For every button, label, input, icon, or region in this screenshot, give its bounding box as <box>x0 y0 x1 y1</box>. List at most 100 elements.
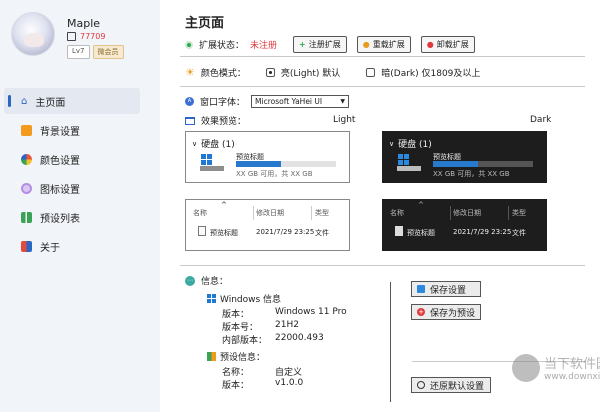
info-key: 内部版本： <box>222 336 268 346</box>
restore-defaults-button[interactable]: 还原默认设置 <box>411 377 491 393</box>
restore-defaults-label: 还原默认设置 <box>430 381 485 392</box>
save-as-preset-button[interactable]: + 保存为预设 <box>411 304 481 320</box>
dark-file-list: 名称 ^ 修改日期 类型 预览标题 2021/7/29 23:25 文件 <box>382 199 547 251</box>
col-separator <box>253 206 254 220</box>
add-preset-icon: + <box>417 308 425 316</box>
save-as-preset-label: 保存为预设 <box>430 308 476 319</box>
drive-header: ∨ 硬盘 (1) <box>192 137 235 151</box>
sidebar-item-icons[interactable]: 图标设置 <box>4 175 140 201</box>
uninstall-extension-button[interactable]: ● 卸载扩展 <box>420 36 475 53</box>
main-panel: 主页面 扩展状态： 未注册 + 注册扩展 ● 重载扩展 ● 卸载扩展 ☀ 颜色模… <box>160 0 600 412</box>
file-type: 文件 <box>315 229 329 237</box>
col-name: 名称 <box>193 209 207 217</box>
ext-status-value: 未注册 <box>250 41 278 51</box>
sort-chevron-icon: ^ <box>221 201 227 209</box>
watermark-text: 当下软件园 www.downxia.com <box>544 353 600 382</box>
info-icon <box>21 240 32 252</box>
file-date: 2021/7/29 23:25 <box>453 228 512 236</box>
windows-info-label: Windows 信息 <box>220 295 282 305</box>
sidebar-item-about[interactable]: 关于 <box>4 233 140 259</box>
watermark-title: 当下软件园 <box>544 357 600 372</box>
sidebar-item-color[interactable]: 颜色设置 <box>4 146 140 172</box>
reload-extension-button[interactable]: ● 重载扩展 <box>356 36 411 53</box>
file-icon <box>395 226 403 236</box>
uid-value: 77709 <box>80 32 106 41</box>
ext-status-label: 扩展状态： <box>199 41 245 51</box>
vertical-divider <box>390 282 391 402</box>
drive-header-label: 硬盘 (1) <box>398 140 432 150</box>
info-heading-row: ⋯ 信息： <box>185 274 228 287</box>
file-name: 预览标题 <box>407 229 435 237</box>
file-type: 文件 <box>512 229 526 237</box>
status-dot-icon <box>185 40 193 49</box>
light-mode-radio[interactable] <box>265 68 275 77</box>
sidebar: Maple 77709 Lv7 微会员 ⌂ 主页面 背景设置 颜色设置 图标设置… <box>0 0 160 412</box>
save-settings-button[interactable]: 保存设置 <box>411 281 481 297</box>
font-select[interactable]: Microsoft YaHei UI ▼ <box>251 95 350 108</box>
uninstall-label: 卸载扩展 <box>436 40 469 49</box>
home-icon: ⌂ <box>21 95 28 107</box>
palette-icon <box>21 153 32 165</box>
file-date: 2021/7/29 23:25 <box>256 228 315 236</box>
windows-icon <box>207 294 216 303</box>
info-value: 21H2 <box>275 320 299 330</box>
sidebar-item-presets[interactable]: 预设列表 <box>4 204 140 230</box>
username: Maple <box>67 17 101 30</box>
save-icon <box>417 285 425 293</box>
font-icon: A <box>185 97 194 106</box>
preview-label: 效果预览： <box>201 117 247 127</box>
drive-header: ∨ 硬盘 (1) <box>389 137 432 151</box>
watermark-logo-icon <box>512 353 540 382</box>
info-value: v1.0.0 <box>275 378 304 388</box>
sun-icon: ☀ <box>185 66 195 79</box>
page-title: 主页面 <box>185 16 225 31</box>
watermark-url: www.downxia.com <box>544 372 600 382</box>
sidebar-item-label: 图标设置 <box>40 184 80 196</box>
preset-icon <box>207 352 216 361</box>
font-row: A 窗口字体： Microsoft YaHei UI ▼ <box>185 95 350 108</box>
reload-icon: ● <box>362 40 370 49</box>
col-type: 类型 <box>512 209 526 217</box>
drive-usage-fill <box>433 161 478 167</box>
dark-mode-radio[interactable] <box>366 68 376 77</box>
preset-info-label: 预设信息： <box>220 353 266 363</box>
dark-title: Dark <box>530 115 552 125</box>
register-label: 注册扩展 <box>308 40 341 49</box>
info-key: 版本： <box>222 310 250 320</box>
info-key: 版本号： <box>222 323 259 333</box>
col-separator <box>450 206 451 220</box>
file-icon <box>198 226 206 236</box>
flower-icon <box>21 182 32 194</box>
sidebar-item-home[interactable]: ⌂ 主页面 <box>4 88 140 114</box>
preset-info-title: 预设信息： <box>207 350 265 363</box>
dark-mode-label: 暗(Dark) 仅1809及以上 <box>381 69 481 79</box>
sort-chevron-icon: ^ <box>418 201 424 209</box>
extension-status-row: 扩展状态： 未注册 + 注册扩展 ● 重载扩展 ● 卸载扩展 <box>185 36 475 53</box>
col-name: 名称 <box>390 209 404 217</box>
light-title: Light <box>333 115 356 125</box>
sidebar-item-label: 背景设置 <box>40 126 80 138</box>
chevron-down-icon: ▼ <box>340 98 346 105</box>
avatar[interactable] <box>11 12 55 56</box>
preview-icon <box>185 116 195 125</box>
sidebar-item-label: 主页面 <box>35 97 66 109</box>
light-file-list: 名称 ^ 修改日期 类型 预览标题 2021/7/29 23:25 文件 <box>185 199 350 251</box>
vip-badge: 微会员 <box>92 45 124 59</box>
plus-icon: + <box>299 40 306 49</box>
id-card-icon <box>67 32 76 41</box>
uid-row: 77709 <box>67 32 105 41</box>
register-extension-button[interactable]: + 注册扩展 <box>293 36 347 53</box>
drive-space: XX GB 可用，共 XX GB <box>236 170 313 178</box>
divider <box>180 86 585 87</box>
col-date: 修改日期 <box>256 209 284 217</box>
drive-icon <box>397 154 421 171</box>
restore-icon <box>417 381 425 389</box>
info-value: 自定义 <box>275 368 303 378</box>
sidebar-item-background[interactable]: 背景设置 <box>4 117 140 143</box>
watermark: 当下软件园 www.downxia.com <box>512 353 600 382</box>
drive-usage-bar <box>433 161 533 167</box>
info-icon: ⋯ <box>185 275 195 286</box>
save-settings-label: 保存设置 <box>430 285 467 296</box>
folder-icon <box>21 124 32 136</box>
level-badge: Lv7 <box>67 45 90 59</box>
